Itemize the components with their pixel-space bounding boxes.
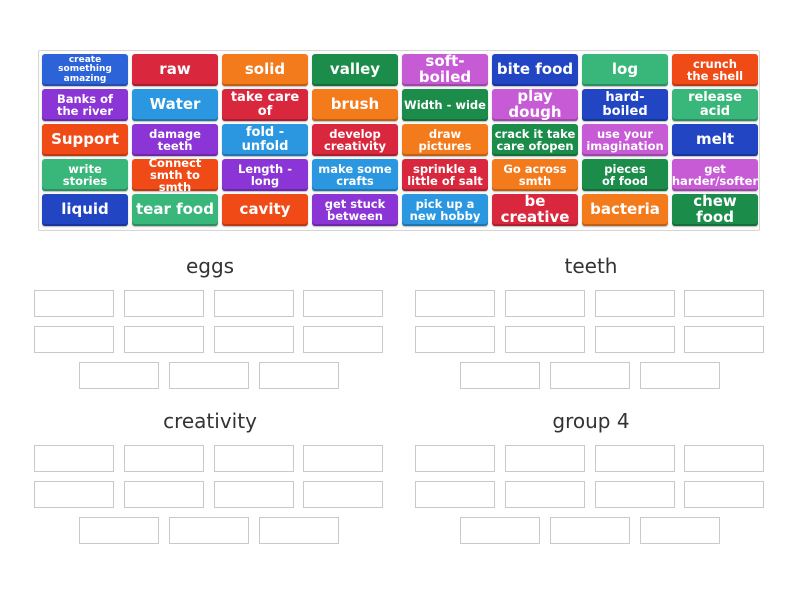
word-tile[interactable]: pieces of food bbox=[582, 159, 668, 191]
drop-slot[interactable] bbox=[124, 445, 204, 472]
word-tile[interactable]: get stuck between bbox=[312, 194, 398, 226]
drop-slot[interactable] bbox=[550, 517, 630, 544]
drop-slot[interactable] bbox=[214, 445, 294, 472]
group-title: creativity bbox=[163, 409, 257, 433]
word-tile[interactable]: fold - unfold bbox=[222, 124, 308, 156]
word-tile[interactable]: liquid bbox=[42, 194, 128, 226]
word-tile[interactable]: be creative bbox=[492, 194, 578, 226]
word-tile[interactable]: Connect smth to smth bbox=[132, 159, 218, 191]
group-title: eggs bbox=[185, 254, 235, 278]
word-tile[interactable]: valley bbox=[312, 54, 398, 86]
word-tile[interactable]: Banks of the river bbox=[42, 89, 128, 121]
word-tile[interactable]: crunch the shell bbox=[672, 54, 758, 86]
word-tile[interactable]: create something amazing bbox=[42, 54, 128, 86]
drop-slot[interactable] bbox=[34, 326, 114, 353]
word-tile[interactable]: crack it take care ofopen bbox=[492, 124, 578, 156]
drop-slot[interactable] bbox=[169, 362, 249, 389]
drop-slot[interactable] bbox=[640, 362, 720, 389]
drop-slot[interactable] bbox=[124, 326, 204, 353]
drop-slot[interactable] bbox=[550, 362, 630, 389]
word-tile[interactable]: play dough bbox=[492, 89, 578, 121]
word-tile[interactable]: draw pictures bbox=[402, 124, 488, 156]
drop-slot[interactable] bbox=[303, 290, 383, 317]
drop-slot[interactable] bbox=[595, 445, 675, 472]
word-tile[interactable]: bacteria bbox=[582, 194, 668, 226]
drop-slot[interactable] bbox=[595, 290, 675, 317]
word-tile[interactable]: Go across smth bbox=[492, 159, 578, 191]
word-tile[interactable]: pick up a new hobby bbox=[402, 194, 488, 226]
word-tile[interactable]: use your imagination bbox=[582, 124, 668, 156]
drop-slot[interactable] bbox=[259, 517, 339, 544]
drop-slot[interactable] bbox=[595, 326, 675, 353]
word-tile[interactable]: soft-boiled bbox=[402, 54, 488, 86]
word-tile[interactable]: tear food bbox=[132, 194, 218, 226]
drop-slot[interactable] bbox=[214, 326, 294, 353]
word-tile[interactable]: solid bbox=[222, 54, 308, 86]
drop-slot[interactable] bbox=[415, 326, 495, 353]
group-title: teeth bbox=[564, 254, 618, 278]
drop-slot[interactable] bbox=[34, 445, 114, 472]
drop-slot[interactable] bbox=[415, 481, 495, 508]
word-tile[interactable]: Water bbox=[132, 89, 218, 121]
drop-slot[interactable] bbox=[684, 290, 764, 317]
word-tile[interactable]: get harder/softer bbox=[672, 159, 758, 191]
drop-slot[interactable] bbox=[214, 481, 294, 508]
word-tile[interactable]: write stories bbox=[42, 159, 128, 191]
word-tile[interactable]: Width - wide bbox=[402, 89, 488, 121]
drop-slot[interactable] bbox=[79, 517, 159, 544]
word-tile[interactable]: damage teeth bbox=[132, 124, 218, 156]
word-tile[interactable]: log bbox=[582, 54, 668, 86]
drop-slot[interactable] bbox=[684, 481, 764, 508]
drop-slot[interactable] bbox=[684, 326, 764, 353]
group-title: group 4 bbox=[552, 409, 630, 433]
drop-slot[interactable] bbox=[460, 517, 540, 544]
word-tile[interactable]: Length - long bbox=[222, 159, 308, 191]
word-tile[interactable]: brush bbox=[312, 89, 398, 121]
drop-slot[interactable] bbox=[124, 290, 204, 317]
drop-slot[interactable] bbox=[415, 445, 495, 472]
drop-slot[interactable] bbox=[169, 517, 249, 544]
drop-slot[interactable] bbox=[34, 481, 114, 508]
word-tile[interactable]: hard-boiled bbox=[582, 89, 668, 121]
drop-slot[interactable] bbox=[505, 481, 585, 508]
drop-slot[interactable] bbox=[460, 362, 540, 389]
drop-slot[interactable] bbox=[259, 362, 339, 389]
word-tile[interactable]: melt bbox=[672, 124, 758, 156]
word-tile[interactable]: develop creativity bbox=[312, 124, 398, 156]
word-tile[interactable]: bite food bbox=[492, 54, 578, 86]
word-tile[interactable]: sprinkle a little of salt bbox=[402, 159, 488, 191]
drop-slot[interactable] bbox=[34, 290, 114, 317]
tile-grid: create something amazing raw solid valley so… bbox=[42, 54, 758, 226]
drop-slot[interactable] bbox=[303, 481, 383, 508]
word-tile[interactable]: raw bbox=[132, 54, 218, 86]
word-tile[interactable]: take care of bbox=[222, 89, 308, 121]
drop-slot[interactable] bbox=[303, 445, 383, 472]
word-tile[interactable]: Support bbox=[42, 124, 128, 156]
drop-slot[interactable] bbox=[415, 290, 495, 317]
drop-slot[interactable] bbox=[124, 481, 204, 508]
word-tile-tray: create something amazing raw solid valley so… bbox=[38, 50, 760, 231]
drop-slot[interactable] bbox=[505, 326, 585, 353]
word-tile[interactable]: make some crafts bbox=[312, 159, 398, 191]
drop-slot[interactable] bbox=[595, 481, 675, 508]
drop-slot[interactable] bbox=[79, 362, 159, 389]
drop-slot[interactable] bbox=[505, 445, 585, 472]
drop-slot[interactable] bbox=[684, 445, 764, 472]
drop-slot[interactable] bbox=[640, 517, 720, 544]
word-tile[interactable]: chew food bbox=[672, 194, 758, 226]
drop-slot[interactable] bbox=[214, 290, 294, 317]
word-tile[interactable]: cavity bbox=[222, 194, 308, 226]
drop-slot[interactable] bbox=[303, 326, 383, 353]
word-tile[interactable]: release acid bbox=[672, 89, 758, 121]
drop-slot[interactable] bbox=[505, 290, 585, 317]
